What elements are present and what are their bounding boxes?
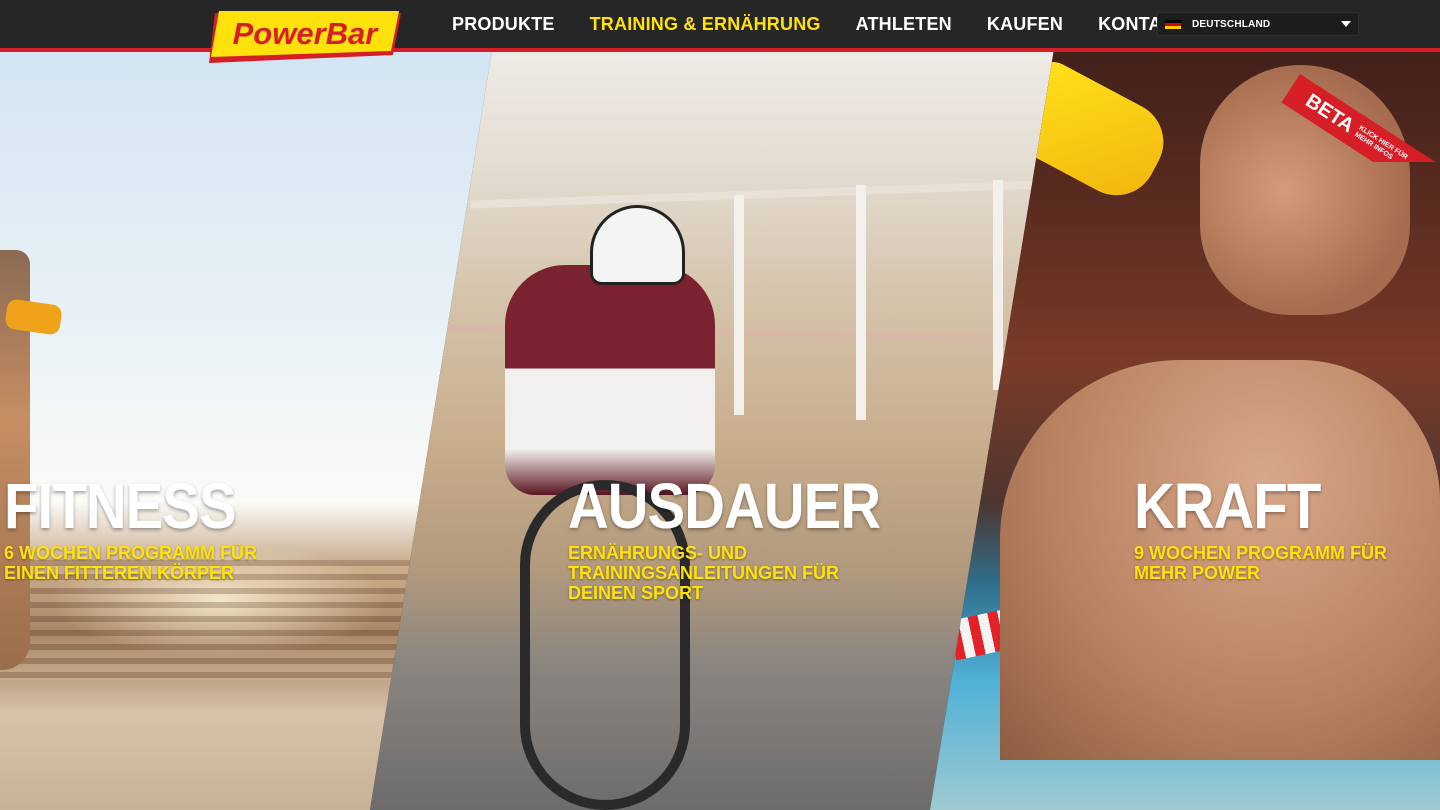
logo-graphic: PowerBar <box>209 11 401 63</box>
cyclist-image <box>505 265 715 495</box>
helmet-image <box>590 205 685 285</box>
panel-title: FITNESS <box>4 470 237 542</box>
beta-band: BETA KLICK HIER FÜR MEHR INFOS <box>1281 74 1440 162</box>
logo-text: PowerBar <box>233 16 380 51</box>
panel-subtitle: 9 WOCHEN PROGRAMM FÜR MEHR POWER <box>1134 543 1387 583</box>
fence-rail <box>470 179 1062 209</box>
beta-info-text: KLICK HIER FÜR MEHR INFOS <box>1353 124 1409 162</box>
nav-item-athleten[interactable]: ATHLETEN <box>856 14 952 35</box>
language-selector[interactable]: DEUTSCHLAND <box>1157 12 1359 36</box>
chevron-down-icon <box>1341 21 1351 27</box>
panel-title: KRAFT <box>1134 470 1321 542</box>
caption-fitness: FITNESS 6 WOCHEN PROGRAMM FÜR EINEN FITT… <box>4 470 304 583</box>
caption-kraft: KRAFT 9 WOCHEN PROGRAMM FÜR MEHR POWER <box>1134 470 1434 583</box>
panel-subtitle: ERNÄHRUNGS- UND TRAININGSANLEITUNGEN FÜR… <box>568 543 839 603</box>
program-panels: FITNESS 6 WOCHEN PROGRAMM FÜR EINEN FITT… <box>0 0 1440 810</box>
language-label: DEUTSCHLAND <box>1192 18 1271 30</box>
nav-item-training-ernaehrung[interactable]: TRAINING & ERNÄHRUNG <box>590 14 821 35</box>
fence-post <box>734 195 744 415</box>
panel-subtitle: 6 WOCHEN PROGRAMM FÜR EINEN FITTEREN KÖR… <box>4 543 257 583</box>
powerbar-logo[interactable]: PowerBar <box>209 11 401 63</box>
main-nav: PRODUKTE TRAINING & ERNÄHRUNG ATHLETEN K… <box>452 0 1221 48</box>
beta-label: BETA <box>1301 89 1359 137</box>
caption-ausdauer: AUSDAUER ERNÄHRUNGS- UND TRAININGSANLEIT… <box>568 470 898 603</box>
nav-item-produkte[interactable]: PRODUKTE <box>452 14 555 35</box>
nav-item-kaufen[interactable]: KAUFEN <box>987 14 1063 35</box>
fence-post <box>856 185 866 420</box>
panel-title: AUSDAUER <box>568 470 881 542</box>
beta-ribbon[interactable]: BETA KLICK HIER FÜR MEHR INFOS <box>1270 52 1440 162</box>
fence-post <box>993 180 1003 390</box>
german-flag-icon <box>1165 19 1181 29</box>
